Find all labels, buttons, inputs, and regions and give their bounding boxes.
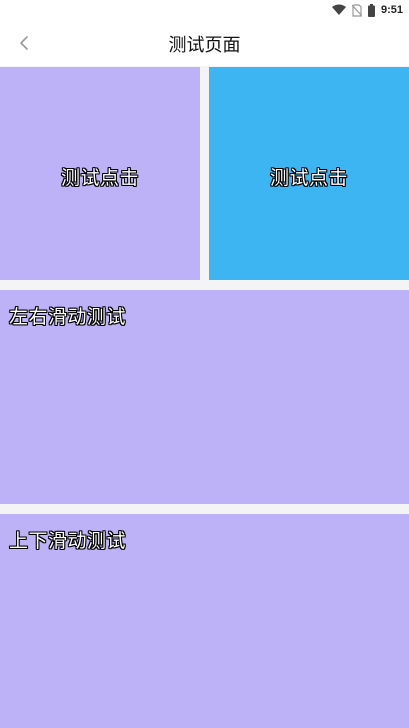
tap-test-label-left: 测试点击 bbox=[60, 167, 139, 189]
wifi-icon bbox=[331, 4, 346, 15]
horizontal-swipe-label: 左右滑动测试 bbox=[9, 306, 127, 328]
vertical-swipe-panel[interactable]: 上下滑动测试 bbox=[0, 514, 409, 728]
tap-test-tile-left[interactable]: 测试点击 bbox=[0, 67, 200, 280]
nav-bar: 测试页面 bbox=[0, 20, 409, 66]
vertical-swipe-label: 上下滑动测试 bbox=[9, 530, 127, 552]
horizontal-swipe-panel[interactable]: 左右滑动测试 bbox=[0, 290, 409, 504]
page-title: 测试页面 bbox=[168, 35, 241, 56]
tap-test-label-right: 测试点击 bbox=[269, 167, 348, 189]
status-time: 9:51 bbox=[380, 4, 403, 16]
tap-test-tile-right[interactable]: 测试点击 bbox=[209, 67, 409, 280]
status-icons: 9:51 bbox=[331, 2, 403, 18]
battery-icon bbox=[367, 3, 375, 17]
status-bar: 9:51 bbox=[0, 0, 409, 20]
no-sim-icon bbox=[351, 3, 362, 17]
